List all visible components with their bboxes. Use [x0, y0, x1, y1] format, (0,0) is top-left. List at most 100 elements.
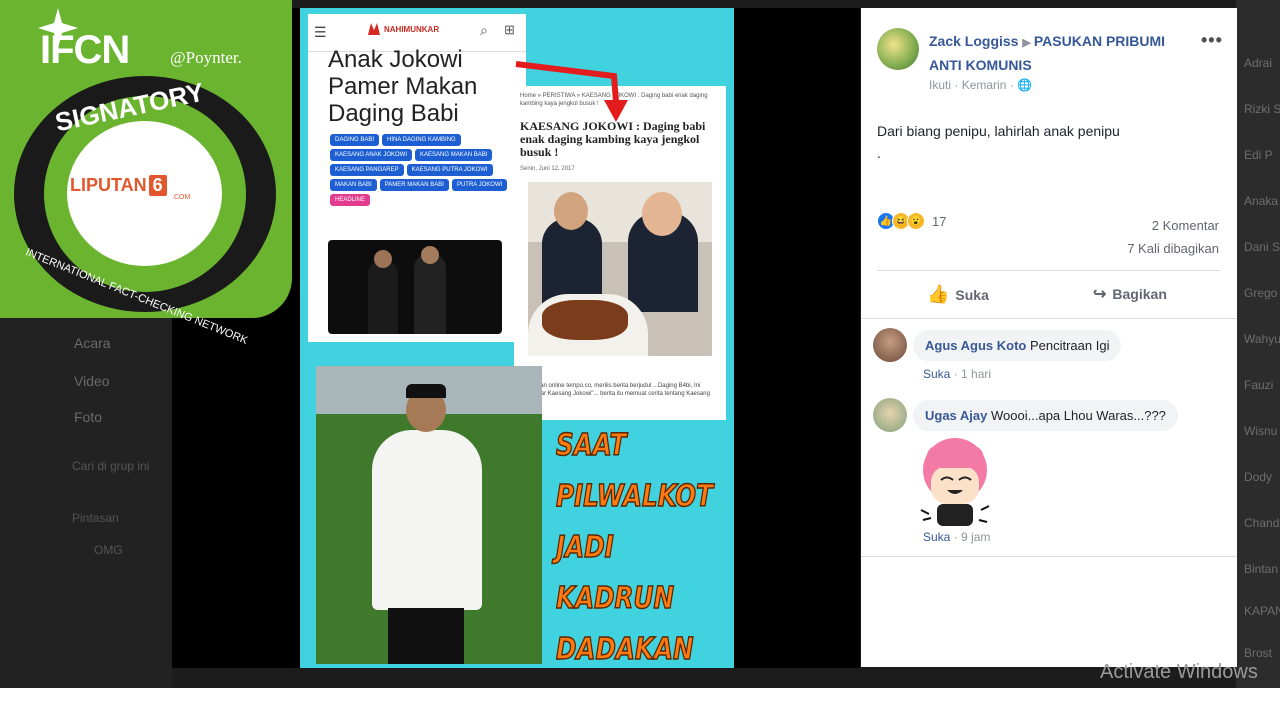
banner-line: PILWALKOT — [555, 478, 713, 515]
article2-body: TA-Harian online tempo.co, merilis berit… — [520, 383, 710, 405]
contact-item[interactable]: Brost — [1244, 646, 1272, 660]
reactions-summary[interactable]: 👍 😆 😮 17 — [877, 212, 946, 230]
comment-text: Woooi...apa Lhou Waras...??? — [991, 408, 1166, 423]
contact-item[interactable]: Grego — [1244, 286, 1277, 300]
contact-item[interactable]: Chand — [1244, 516, 1279, 530]
wow-reaction-icon: 😮 — [907, 212, 925, 230]
sidebar-shortcut-omg[interactable]: OMG — [94, 543, 123, 557]
tag-chip: KAESANG MAKAN BABI — [415, 149, 493, 161]
boy-trousers — [388, 608, 464, 664]
article2-date: Senin, Juni 12, 2017 — [520, 166, 575, 172]
follow-link[interactable]: Ikuti — [929, 78, 951, 92]
bottom-strip — [0, 688, 1280, 720]
post-text: Dari biang penipu, lahirlah anak penipu … — [877, 120, 1120, 164]
person-head — [642, 192, 682, 236]
commenter-avatar[interactable] — [873, 328, 907, 362]
site-name: NAHIMUNKAR — [384, 25, 440, 34]
post-text-line: Dari biang penipu, lahirlah anak penipu — [877, 123, 1120, 139]
more-options-button[interactable]: ••• — [1201, 30, 1223, 51]
post-stats: 2 Komentar 7 Kali dibagikan — [1127, 214, 1219, 260]
ifcn-title: IFCN — [40, 28, 130, 72]
reaction-count: 17 — [932, 213, 947, 229]
share-button[interactable]: ↪ Bagikan — [1093, 284, 1167, 304]
post-time[interactable]: Kemarin — [962, 78, 1007, 92]
tag-chip: PAMER MAKAN BABI — [379, 179, 449, 191]
comment-time[interactable]: 9 jam — [961, 530, 990, 544]
menu-icon: ☰ — [314, 24, 327, 40]
commenter-name[interactable]: Ugas Ajay — [925, 408, 987, 423]
share-icon: ↪ — [1093, 286, 1107, 303]
comment-like-link[interactable]: Suka — [923, 530, 950, 544]
red-arrow-icon — [515, 61, 628, 122]
site-logo-icon — [368, 23, 380, 35]
person-silhouette — [414, 254, 446, 334]
contact-item[interactable]: Rizki S — [1244, 102, 1280, 116]
banner-line: KADRUN — [555, 580, 675, 617]
banner-line: JADI — [555, 529, 614, 566]
separator-dot: · — [1009, 78, 1018, 92]
globe-icon: 🌐 — [1017, 78, 1033, 92]
contact-item[interactable]: Wisnu — [1244, 424, 1277, 438]
like-label: Suka — [955, 286, 989, 303]
tag-chip: KAESANG PUTRA JOKOWI — [406, 164, 493, 176]
person-head — [554, 192, 588, 230]
tag-chip: MAKAN BABI — [330, 179, 377, 191]
comments-count[interactable]: 2 Komentar — [1127, 214, 1219, 237]
tag-chip: HINA DAGING KAMBING — [382, 134, 461, 146]
person-silhouette — [368, 260, 398, 334]
boy-white-shirt — [372, 430, 482, 610]
search-icon: ⌕ — [480, 22, 488, 38]
tag-chip: DAGING BABI — [330, 134, 380, 146]
activate-windows-watermark: Activate Windows — [1100, 661, 1258, 683]
commenter-name[interactable]: Agus Agus Koto — [925, 338, 1026, 353]
liputan6-logo: LIPUTAN 6 — [70, 172, 167, 198]
facebook-post-panel: Zack Loggiss ▶ PASUKAN PRIBUMI ANTI KOMU… — [861, 8, 1237, 667]
sidebar-item-acara[interactable]: Acara — [74, 335, 111, 351]
contact-item[interactable]: Dody — [1244, 470, 1272, 484]
commenter-avatar[interactable] — [873, 398, 907, 432]
contact-item[interactable]: Edi P — [1244, 148, 1273, 162]
banner-line: DADAKAN — [555, 631, 694, 668]
comment-time[interactable]: 1 hari — [961, 367, 991, 381]
like-button[interactable]: 👍 Suka — [927, 284, 989, 305]
article1-photo — [328, 240, 502, 334]
comment-text: Pencitraan Igi — [1029, 338, 1110, 353]
tag-chip: PUTRA JOKOWI — [451, 179, 508, 191]
contact-item[interactable]: Bintan — [1244, 562, 1278, 576]
article2-photo — [528, 182, 712, 356]
share-label: Bagikan — [1112, 286, 1167, 302]
sidebar-item-foto[interactable]: Foto — [74, 409, 102, 425]
author-avatar[interactable] — [877, 28, 919, 70]
contact-item[interactable]: Adrai — [1244, 56, 1272, 70]
tag-chip: KAESANG PANGAREP — [330, 164, 404, 176]
sidebar-search-group[interactable]: Cari di grup ini — [72, 459, 149, 473]
author-name[interactable]: Zack Loggiss — [929, 33, 1018, 49]
comment-bubble: Agus Agus Koto Pencitraan Igi — [913, 330, 1122, 361]
post-meta: Ikuti · Kemarin · 🌐 — [929, 78, 1032, 92]
arrow-right-icon: ▶ — [1022, 37, 1034, 49]
article-screenshot-2: Home » PERISTIWA » KAESANG JOKOWI : Dagi… — [514, 86, 726, 420]
thumbs-up-icon: 👍 — [927, 284, 950, 304]
contact-item[interactable]: Fauzi — [1244, 378, 1273, 392]
contact-item[interactable]: Dani S — [1244, 240, 1280, 254]
contact-item[interactable]: Wahyu — [1244, 332, 1280, 346]
poynter-label: @Poynter. — [170, 48, 242, 67]
contact-item[interactable]: KAPAN — [1244, 604, 1280, 618]
sidebar-shortcuts-label: Pintasan — [72, 511, 119, 525]
comment-meta: Suka · 9 jam — [923, 530, 991, 544]
liputan-word: LIPUTAN — [70, 174, 147, 195]
sidebar-item-video[interactable]: Video — [74, 373, 110, 389]
liputan-six: 6 — [148, 174, 167, 196]
contact-item[interactable]: Anaka — [1244, 194, 1278, 208]
tag-chip: KAESANG ANAK JOKOWI — [330, 149, 413, 161]
divider — [861, 318, 1237, 319]
post-text-line: . — [877, 145, 881, 161]
article1-title: Anak Jokowi Pamer Makan Daging Babi — [328, 46, 478, 127]
shares-count[interactable]: 7 Kali dibagikan — [1127, 237, 1219, 260]
tag-list: DAGING BABI HINA DAGING KAMBING KAESANG … — [330, 134, 510, 206]
comment-like-link[interactable]: Suka — [923, 367, 950, 381]
divider — [861, 556, 1237, 557]
separator-dot: · — [954, 78, 962, 92]
boy-cap — [406, 384, 446, 398]
tag-chip-headline: HEADLINE — [330, 194, 371, 206]
